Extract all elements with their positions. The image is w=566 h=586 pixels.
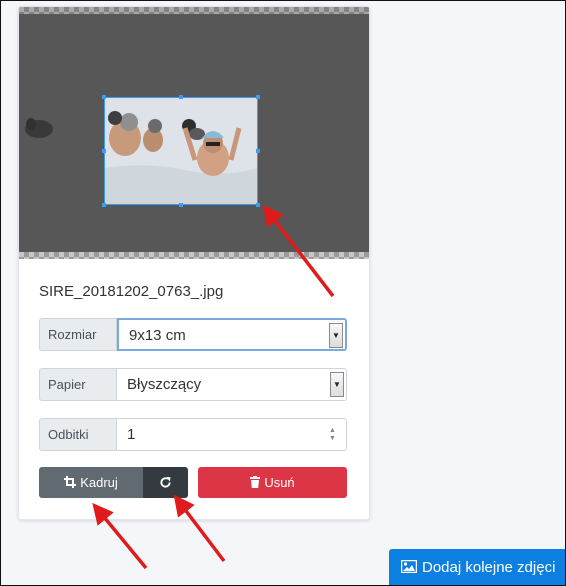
paper-value: Błyszczący: [127, 376, 202, 393]
crop-handle[interactable]: [102, 95, 106, 99]
crop-frame[interactable]: [102, 95, 260, 207]
crop-handle[interactable]: [256, 203, 260, 207]
crop-area-photo: [105, 98, 257, 204]
copies-input[interactable]: 1 ▲ ▼: [117, 418, 347, 451]
rotate-button[interactable]: [143, 467, 188, 498]
copies-value: 1: [127, 426, 136, 443]
image-icon: [400, 559, 418, 574]
photo-card: SIRE_20181202_0763_.jpg Rozmiar 9x13 cm …: [18, 6, 370, 520]
delete-button[interactable]: Usuń: [198, 467, 347, 498]
delete-button-label: Usuń: [264, 475, 295, 490]
transparency-strip-bottom: [19, 252, 369, 259]
stepper-up-icon[interactable]: ▲: [327, 427, 338, 435]
crop-icon: [64, 476, 77, 488]
crop-handle[interactable]: [102, 203, 106, 207]
stepper-down-icon[interactable]: ▼: [327, 435, 338, 443]
size-value: 9x13 cm: [129, 327, 186, 344]
crop-handle[interactable]: [179, 95, 183, 99]
chevron-down-icon[interactable]: ▼: [330, 372, 344, 397]
trash-icon: [250, 476, 261, 488]
transparency-strip-top: [19, 7, 369, 14]
crop-handle[interactable]: [179, 203, 183, 207]
size-select[interactable]: 9x13 cm ▼: [117, 318, 347, 351]
paper-select-group: Papier Błyszczący ▼: [39, 368, 347, 401]
crop-handle[interactable]: [102, 149, 106, 153]
add-more-photos-label: Dodaj kolejne zdjęci: [422, 559, 556, 576]
paper-label: Papier: [39, 368, 117, 401]
copies-label: Odbitki: [39, 418, 117, 451]
size-label: Rozmiar: [39, 318, 117, 351]
photo-filename: SIRE_20181202_0763_.jpg: [39, 283, 224, 300]
copies-input-group: Odbitki 1 ▲ ▼: [39, 418, 347, 451]
number-stepper[interactable]: ▲ ▼: [327, 427, 338, 443]
crop-handle[interactable]: [256, 149, 260, 153]
crop-handle[interactable]: [256, 95, 260, 99]
crop-button-label: Kadruj: [80, 475, 118, 490]
chevron-down-icon[interactable]: ▼: [329, 323, 343, 348]
size-select-group: Rozmiar 9x13 cm ▼: [39, 318, 347, 351]
paper-select[interactable]: Błyszczący ▼: [117, 368, 347, 401]
photo-preview: [19, 7, 369, 259]
add-more-photos-button[interactable]: Dodaj kolejne zdjęci: [389, 549, 566, 586]
crop-button[interactable]: Kadruj: [39, 467, 143, 498]
rotate-icon: [160, 476, 171, 488]
